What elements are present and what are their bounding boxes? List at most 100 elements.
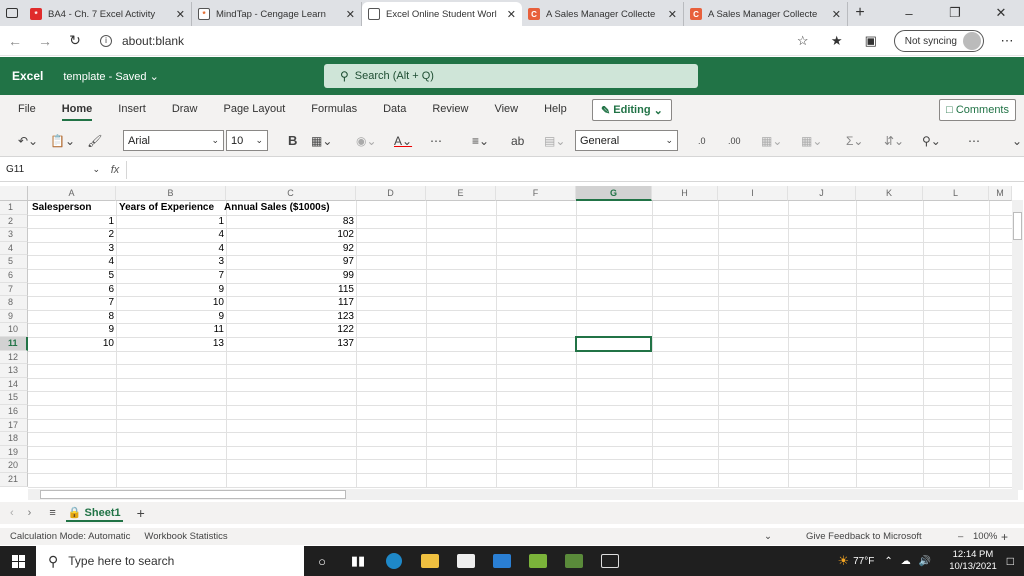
cell-a4[interactable]: 3 [28, 242, 116, 256]
align-icon[interactable]: ≡⌄ [466, 134, 495, 148]
store-icon[interactable] [448, 546, 484, 576]
tab-formulas[interactable]: Formulas [298, 95, 370, 125]
tab-help[interactable]: Help [531, 95, 580, 125]
minimize-icon[interactable]: – [886, 0, 932, 26]
row-header-4[interactable]: 4 [0, 241, 28, 256]
file-explorer-icon[interactable] [412, 546, 448, 576]
close-tab-icon[interactable]: ✕ [832, 8, 841, 21]
volume-icon[interactable]: 🔊 [919, 556, 931, 567]
cell-b5[interactable]: 3 [116, 255, 226, 269]
row-header-15[interactable]: 15 [0, 391, 28, 405]
cell-a2[interactable]: 1 [28, 215, 116, 229]
more-options-icon[interactable]: ⋯ [962, 134, 986, 148]
column-header-m[interactable]: M [989, 186, 1012, 201]
close-tab-icon[interactable]: ✕ [668, 8, 677, 21]
start-button[interactable] [0, 546, 36, 576]
column-header-f[interactable]: F [496, 186, 576, 201]
cell-b11[interactable]: 13 [116, 337, 226, 351]
tab-home[interactable]: Home [49, 95, 106, 125]
more-icon[interactable]: ⋯ [990, 33, 1024, 49]
cell-c3[interactable]: 102 [226, 228, 356, 242]
row-header-7[interactable]: 7 [0, 282, 28, 297]
clock[interactable]: 12:14 PM 10/13/2021 [949, 549, 997, 573]
active-cell-g11[interactable] [575, 336, 652, 352]
wrap-text-icon[interactable]: ab [505, 134, 530, 148]
close-tab-icon[interactable]: ✕ [346, 8, 355, 21]
row-header-1[interactable]: 1 [0, 201, 28, 215]
borders-icon[interactable]: ▦⌄ [305, 134, 338, 148]
cell-c6[interactable]: 99 [226, 269, 356, 283]
row-header-16[interactable]: 16 [0, 405, 28, 419]
column-header-b[interactable]: B [116, 186, 226, 201]
row-header-18[interactable]: 18 [0, 432, 28, 446]
cell-c2[interactable]: 83 [226, 215, 356, 229]
cell-c8[interactable]: 117 [226, 296, 356, 310]
cell-c4[interactable]: 92 [226, 242, 356, 256]
row-header-8[interactable]: 8 [0, 296, 28, 310]
cell-a3[interactable]: 2 [28, 228, 116, 242]
close-tab-icon[interactable]: ✕ [176, 8, 185, 21]
feedback-link[interactable]: Give Feedback to Microsoft [806, 531, 922, 542]
fill-color-icon[interactable]: ◉⌄ [350, 134, 383, 148]
cell-c5[interactable]: 97 [226, 255, 356, 269]
task-view-icon[interactable]: ▮▮ [340, 546, 376, 576]
font-color-icon[interactable]: A⌄ [388, 134, 418, 148]
network-icon[interactable]: ☁ [901, 556, 911, 567]
cell-b10[interactable]: 11 [116, 323, 226, 337]
cell-c11[interactable]: 137 [226, 337, 356, 351]
app-icon-2[interactable] [556, 546, 592, 576]
weather-temp[interactable]: 77°F [853, 556, 874, 567]
zoom-out-icon[interactable]: – [958, 531, 963, 542]
editing-mode-button[interactable]: ✎ Editing ⌄ [592, 99, 672, 121]
bold-button[interactable]: B [282, 133, 303, 148]
row-header-5[interactable]: 5 [0, 255, 28, 269]
search-input[interactable]: ⚲ Search (Alt + Q) [324, 64, 698, 88]
cell-c1[interactable]: Annual Sales ($1000s) [222, 201, 332, 215]
tab-review[interactable]: Review [419, 95, 481, 125]
add-sheet-button[interactable]: + [137, 505, 145, 521]
cell-b2[interactable]: 1 [116, 215, 226, 229]
tab-file[interactable]: File [5, 95, 49, 125]
cell-b6[interactable]: 7 [116, 269, 226, 283]
column-header-g[interactable]: G [576, 186, 652, 201]
column-header-j[interactable]: J [788, 186, 856, 201]
cell-c9[interactable]: 123 [226, 310, 356, 324]
row-header-19[interactable]: 19 [0, 445, 28, 460]
collections-icon[interactable]: ▣ [854, 33, 888, 49]
column-header-c[interactable]: C [226, 186, 356, 201]
browser-tab[interactable]: C A Sales Manager Collecte ✕ [684, 2, 848, 26]
tab-view[interactable]: View [481, 95, 531, 125]
row-header-2[interactable]: 2 [0, 214, 28, 229]
sort-filter-icon[interactable]: ⇵⌄ [878, 134, 910, 148]
restore-icon[interactable]: ❐ [932, 0, 978, 26]
cell-b7[interactable]: 9 [116, 283, 226, 297]
cell-c7[interactable]: 115 [226, 283, 356, 297]
column-header-i[interactable]: I [718, 186, 788, 201]
conditional-format-icon[interactable]: ▦⌄ [755, 134, 788, 148]
favorites-icon[interactable]: ★ [820, 33, 854, 49]
all-sheets-icon[interactable]: ≡ [49, 507, 55, 519]
add-favorite-icon[interactable]: ☆ [786, 33, 820, 49]
tab-insert[interactable]: Insert [105, 95, 159, 125]
tab-page-layout[interactable]: Page Layout [210, 95, 298, 125]
number-format-select[interactable]: General ⌄ [575, 130, 678, 151]
comments-button[interactable]: □ Comments [939, 99, 1016, 121]
browser-tab[interactable]: * BA4 - Ch. 7 Excel Activity ✕ [24, 2, 192, 26]
cell-c10[interactable]: 122 [226, 323, 356, 337]
mail-icon[interactable] [484, 546, 520, 576]
row-header-3[interactable]: 3 [0, 228, 28, 242]
browser-tab[interactable]: C A Sales Manager Collecte ✕ [522, 2, 684, 26]
cell-a11[interactable]: 10 [28, 337, 116, 351]
cell-a9[interactable]: 8 [28, 310, 116, 324]
workbook-statistics[interactable]: Workbook Statistics [144, 531, 227, 542]
column-header-a[interactable]: A [28, 186, 116, 201]
cell-a10[interactable]: 9 [28, 323, 116, 337]
sheet-tab[interactable]: 🔒 Sheet1 [65, 505, 123, 522]
column-header-h[interactable]: H [652, 186, 718, 201]
decrease-decimal-icon[interactable]: .00 [722, 136, 747, 146]
prev-sheet-icon[interactable]: ‹ [10, 507, 14, 519]
merge-icon[interactable]: ▤⌄ [538, 134, 571, 148]
cell-b8[interactable]: 10 [116, 296, 226, 310]
row-header-11[interactable]: 11 [0, 337, 28, 351]
forward-icon[interactable]: → [30, 33, 60, 49]
